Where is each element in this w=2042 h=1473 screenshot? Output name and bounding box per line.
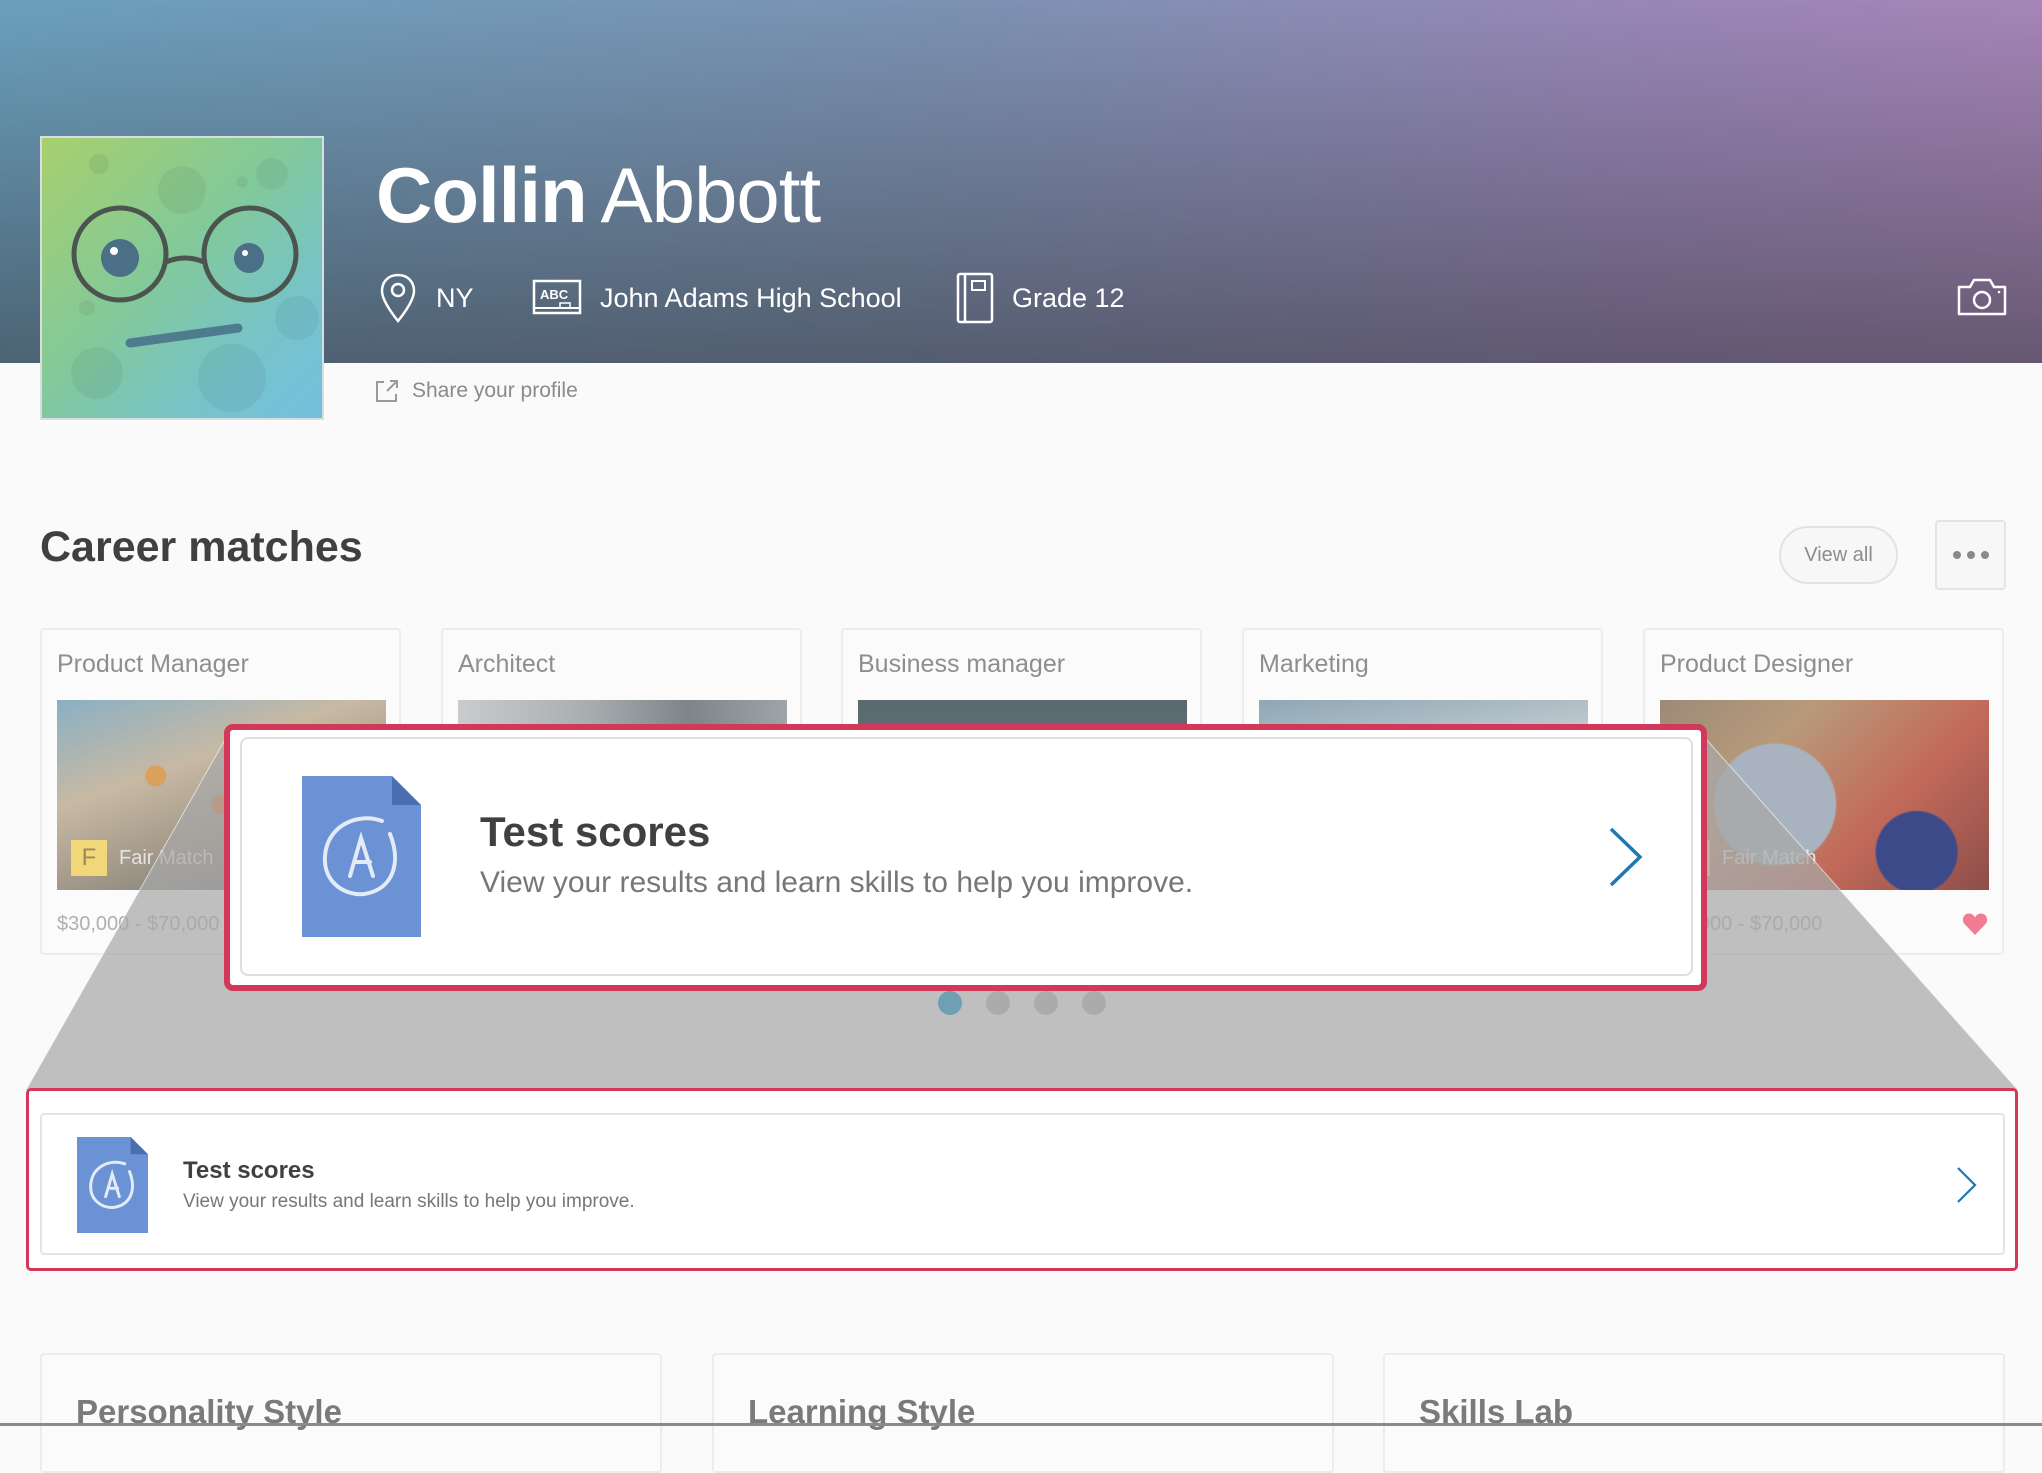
school-text: John Adams High School	[600, 282, 902, 313]
test-scores-card[interactable]	[40, 1113, 2005, 1255]
carousel-dot-1[interactable]	[938, 991, 962, 1015]
career-title: Product Manager	[57, 650, 249, 678]
last-name: Abbott	[600, 151, 822, 239]
skills-lab-card[interactable]: Skills Lab	[1383, 1353, 2005, 1473]
change-cover-photo-button[interactable]	[1956, 277, 2008, 317]
career-title: Business manager	[858, 650, 1066, 678]
profile-name: Collin Abbott	[376, 150, 822, 241]
grade-book-icon	[956, 272, 994, 324]
personality-style-card[interactable]: Personality Style	[40, 1353, 662, 1473]
school-item: ABC John Adams High School	[532, 270, 902, 326]
location-text: NY	[436, 282, 474, 313]
avatar-face-icon	[71, 154, 319, 412]
match-badge: F	[71, 840, 107, 876]
career-title: Marketing	[1259, 650, 1369, 678]
share-profile-label: Share your profile	[412, 379, 578, 402]
career-title: Product Designer	[1660, 650, 1854, 678]
learning-style-card[interactable]: Learning Style	[712, 1353, 1334, 1473]
more-dot-icon	[1952, 551, 1961, 559]
test-scores-card-magnified[interactable]	[240, 737, 1693, 976]
share-profile-link[interactable]: Share your profile	[374, 378, 578, 404]
test-document-grade-icon	[77, 1137, 148, 1233]
salary-range: $30,000 - $70,000	[57, 913, 220, 935]
view-all-button[interactable]: View all	[1779, 526, 1898, 584]
chevron-right-icon[interactable]	[1956, 1166, 1978, 1204]
heart-favorite-icon[interactable]	[1962, 912, 1988, 936]
more-options-button[interactable]	[1935, 520, 2006, 590]
test-scores-subtitle: View your results and learn skills to he…	[183, 1191, 635, 1212]
chevron-right-icon[interactable]	[1608, 826, 1644, 888]
test-scores-title: Test scores	[480, 808, 711, 855]
location-pin-icon	[380, 273, 416, 323]
carousel-dot-3[interactable]	[1034, 991, 1058, 1015]
first-name: Collin	[376, 151, 588, 239]
career-matches-title: Career matches	[40, 523, 363, 571]
career-image: F Fair Match	[1660, 700, 1989, 890]
match-indicator: F Fair Match	[71, 840, 213, 876]
more-dot-icon	[1980, 551, 1989, 559]
camera-icon	[1957, 278, 2007, 316]
career-title: Architect	[458, 650, 556, 678]
test-scores-subtitle: View your results and learn skills to he…	[480, 866, 1194, 899]
school-chalkboard-icon: ABC	[532, 279, 582, 315]
more-dot-icon	[1966, 551, 1975, 559]
match-label: Fair Match	[119, 846, 214, 869]
match-label: Fair Match	[1722, 846, 1817, 869]
carousel-dot-4[interactable]	[1082, 991, 1106, 1015]
avatar[interactable]	[40, 136, 324, 420]
location-item: NY	[378, 270, 474, 326]
test-scores-title: Test scores	[183, 1157, 315, 1184]
share-external-icon	[376, 380, 398, 402]
svg-text:ABC: ABC	[540, 287, 569, 302]
grade-item: Grade 12	[956, 270, 1125, 326]
test-document-grade-icon	[302, 776, 421, 937]
carousel-dot-2[interactable]	[986, 991, 1010, 1015]
grade-text: Grade 12	[1012, 282, 1125, 313]
